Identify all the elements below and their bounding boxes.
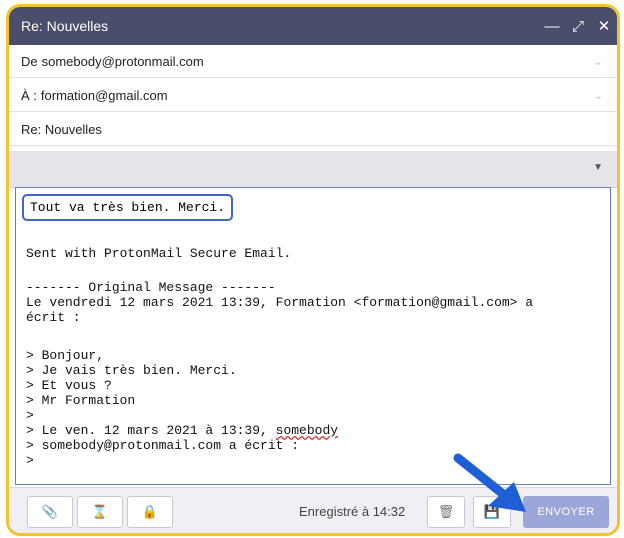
to-field[interactable]: À : formation@gmail.com ⌄ xyxy=(9,79,617,112)
quote-text-2: > somebody@protonmail.com a écrit : > xyxy=(26,438,300,468)
to-value: formation@gmail.com xyxy=(40,87,168,103)
pointer-arrow-icon xyxy=(453,453,526,512)
minimize-icon[interactable]: — xyxy=(539,18,565,35)
encryption-button[interactable]: 🔒 xyxy=(127,496,173,528)
caret-down-icon[interactable]: ▼ xyxy=(593,162,603,173)
message-body[interactable]: Tout va très bien. Merci. Sent with Prot… xyxy=(15,187,611,485)
signature: Sent with ProtonMail Secure Email. xyxy=(26,246,292,261)
from-field[interactable]: De somebody@protonmail.com ⌄ xyxy=(9,45,617,78)
window-title: Re: Nouvelles xyxy=(21,18,109,34)
original-message-header: ------- Original Message ------- Le vend… xyxy=(26,280,534,325)
chevron-down-icon[interactable]: ⌄ xyxy=(594,89,603,102)
saved-status: Enregistré à 14:32 xyxy=(299,504,406,519)
subject-value: Re: Nouvelles xyxy=(21,121,102,137)
to-label: À : xyxy=(21,87,37,103)
hourglass-icon: ⌛ xyxy=(91,504,109,519)
close-icon[interactable]: ✕ xyxy=(591,17,617,35)
from-value: somebody@protonmail.com xyxy=(41,53,204,69)
from-label: De xyxy=(21,53,38,69)
quote-text-1: > Bonjour, > Je vais très bien. Merci. >… xyxy=(26,348,268,438)
quoted-message: > Bonjour, > Je vais très bien. Merci. >… xyxy=(26,348,600,468)
expiration-button[interactable]: ⌛ xyxy=(77,496,123,528)
title-bar: Re: Nouvelles — ⤢ ✕ xyxy=(9,7,617,45)
quote-name: somebody xyxy=(275,423,339,438)
lock-icon: 🔒 xyxy=(141,504,159,519)
reply-text[interactable]: Tout va très bien. Merci. xyxy=(22,194,234,221)
send-button[interactable]: ENVOYER xyxy=(523,496,609,528)
chevron-down-icon[interactable]: ⌄ xyxy=(594,55,603,68)
attachment-button[interactable]: 📎 xyxy=(27,496,73,528)
subject-field[interactable]: Re: Nouvelles xyxy=(9,113,617,146)
editor-toolbar[interactable]: ▼ xyxy=(9,151,617,188)
attachment-icon: 📎 xyxy=(41,504,59,519)
expand-icon[interactable]: ⤢ xyxy=(565,18,591,35)
